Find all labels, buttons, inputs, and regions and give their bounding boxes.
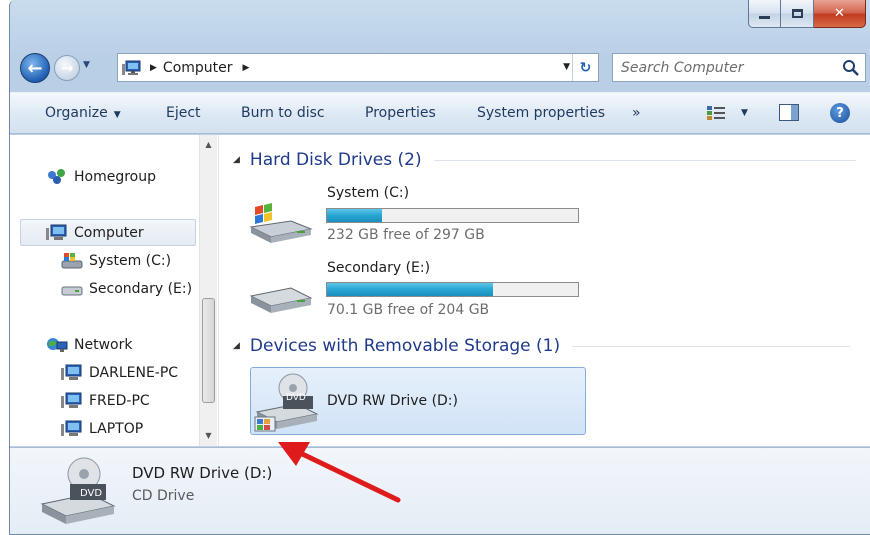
drive-item-system[interactable]: System (C:) 232 GB free of 297 GB <box>247 183 587 251</box>
refresh-icon: ↻ <box>579 59 592 76</box>
nav-homegroup-label: Homegroup <box>74 169 157 185</box>
group-divider <box>433 159 856 161</box>
computer-icon <box>46 224 67 240</box>
scroll-up-icon[interactable]: ▲ <box>200 137 217 153</box>
details-pane: DVD DVD RW Drive (D:) CD Drive <box>10 447 870 534</box>
system-drive-icon <box>61 253 83 269</box>
computer-icon <box>61 392 82 408</box>
collapse-triangle-icon[interactable]: ◢ <box>233 341 240 351</box>
drive-usage-fill <box>327 209 383 222</box>
nav-system-drive[interactable]: System (C:) <box>61 252 171 270</box>
burn-to-disc-button[interactable]: Burn to disc <box>241 105 325 121</box>
drive-item-secondary[interactable]: Secondary (E:) 70.1 GB free of 204 GB <box>247 260 587 328</box>
drive-usage-bar <box>326 208 579 223</box>
help-icon[interactable]: ? <box>830 103 850 123</box>
more-commands-button[interactable]: » <box>632 105 641 121</box>
forward-arrow-icon: → <box>60 59 74 77</box>
nav-network[interactable]: Network <box>46 336 132 354</box>
hard-drive-icon <box>61 286 83 296</box>
details-item-type: CD Drive <box>132 488 195 504</box>
preview-pane-icon[interactable] <box>779 104 799 121</box>
nav-fred-pc[interactable]: FRED-PC <box>61 392 150 410</box>
properties-button[interactable]: Properties <box>365 105 436 121</box>
group-divider <box>572 345 851 347</box>
search-input[interactable] <box>621 59 835 76</box>
nav-secondary-label: Secondary (E:) <box>89 281 193 297</box>
search-box[interactable] <box>612 53 866 82</box>
back-button[interactable]: ← <box>20 53 50 83</box>
nav-pc-label: LAPTOP <box>89 421 144 437</box>
maximize-icon <box>791 9 803 18</box>
nav-computer-label: Computer <box>74 224 144 241</box>
nav-pc-label: FRED-PC <box>89 393 150 409</box>
breadcrumb-arrow-icon[interactable]: ▶ <box>243 63 250 73</box>
title-bar: ✕ <box>10 0 870 42</box>
nav-network-label: Network <box>74 337 133 353</box>
dvd-drive-item[interactable]: DVD DVD RW Drive (D:) <box>250 367 586 435</box>
address-bar[interactable]: ▶ Computer ▶ ▼ ↻ <box>117 53 599 82</box>
computer-icon <box>122 60 141 75</box>
drive-free-space: 70.1 GB free of 204 GB <box>327 302 490 318</box>
group-title: Hard Disk Drives (2) <box>249 150 422 170</box>
eject-button[interactable]: Eject <box>166 105 201 121</box>
nav-darlene-pc[interactable]: DARLENE-PC <box>61 364 178 382</box>
organize-label: Organize <box>45 105 108 121</box>
dvd-badge: DVD <box>286 393 306 403</box>
drive-usage-bar <box>326 282 579 297</box>
homegroup-icon <box>48 169 65 184</box>
maximize-button[interactable] <box>781 0 814 28</box>
details-item-name: DVD RW Drive (D:) <box>132 464 273 482</box>
command-bar: Organize ▼ Eject Burn to disc Properties … <box>10 92 870 134</box>
drive-free-space: 232 GB free of 297 GB <box>327 227 485 243</box>
system-properties-button[interactable]: System properties <box>477 105 605 121</box>
group-header-hard-disk-drives[interactable]: ◢ Hard Disk Drives (2) <box>233 150 856 170</box>
network-icon <box>47 338 68 352</box>
nav-homegroup[interactable]: Homegroup <box>46 168 156 186</box>
nav-pc-label: DARLENE-PC <box>89 365 179 381</box>
group-header-removable-storage[interactable]: ◢ Devices with Removable Storage (1) <box>233 336 851 356</box>
drive-name: Secondary (E:) <box>327 260 431 276</box>
nav-secondary-drive[interactable]: Secondary (E:) <box>61 280 192 298</box>
computer-icon <box>61 420 82 436</box>
address-row: ← → ▼ ▶ Computer ▶ ▼ ↻ <box>10 46 870 90</box>
close-icon: ✕ <box>834 6 845 21</box>
organize-menu[interactable]: Organize ▼ <box>45 105 121 121</box>
nav-computer[interactable]: Computer <box>20 219 196 246</box>
collapse-triangle-icon[interactable]: ◢ <box>233 155 240 165</box>
content-pane: ◢ Hard Disk Drives (2) System (C:) 232 G… <box>218 135 870 446</box>
dvd-drive-icon <box>40 457 116 524</box>
scroll-down-icon[interactable]: ▼ <box>200 428 217 444</box>
dvd-drive-name: DVD RW Drive (D:) <box>327 393 458 409</box>
nav-system-label: System (C:) <box>89 253 172 269</box>
explorer-window: ✕ ← → ▼ ▶ Computer ▶ ▼ ↻ Search Computer… <box>9 0 870 535</box>
hard-drive-icon <box>249 287 313 313</box>
minimize-icon <box>759 16 770 19</box>
nav-scrollbar[interactable]: ▲ ▼ <box>199 135 217 446</box>
minimize-button[interactable] <box>748 0 781 28</box>
close-button[interactable]: ✕ <box>814 0 866 28</box>
forward-button[interactable]: → <box>54 55 80 81</box>
back-arrow-icon: ← <box>27 57 43 79</box>
address-history-dropdown[interactable]: ▼ <box>563 62 570 72</box>
drive-name: System (C:) <box>327 185 410 201</box>
group-title: Devices with Removable Storage (1) <box>249 336 561 356</box>
nav-laptop[interactable]: LAPTOP <box>61 420 143 438</box>
drive-usage-fill <box>327 283 493 296</box>
chevron-down-icon: ▼ <box>113 110 121 120</box>
search-icon[interactable] <box>842 59 860 77</box>
refresh-button[interactable]: ↻ <box>572 54 598 81</box>
breadcrumb-computer[interactable]: Computer <box>163 60 233 76</box>
view-options-dropdown[interactable]: ▼ <box>741 108 748 118</box>
recent-pages-dropdown[interactable]: ▼ <box>83 60 90 70</box>
scroll-thumb[interactable] <box>202 298 215 403</box>
details-dvd-badge: DVD <box>80 488 103 499</box>
change-view-icon[interactable] <box>707 105 725 121</box>
system-drive-icon <box>249 203 313 243</box>
caption-buttons: ✕ <box>748 0 866 28</box>
breadcrumb-arrow-icon[interactable]: ▶ <box>150 63 157 73</box>
navigation-pane: Homegroup Computer System (C:) Secondary… <box>10 135 218 446</box>
computer-icon <box>61 364 82 380</box>
